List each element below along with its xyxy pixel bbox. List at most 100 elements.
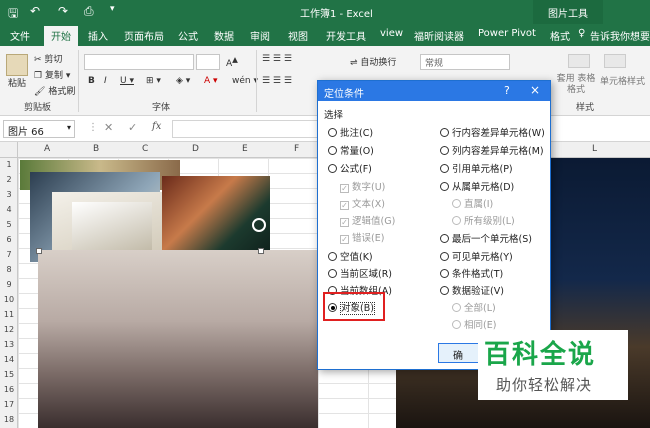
radio-precedents[interactable]: 引用单元格(P) [440,161,513,175]
row-header[interactable]: 15 [0,370,18,379]
font-grow-icon[interactable]: A▲ [226,55,238,69]
cell-styles-icon[interactable] [604,54,626,68]
checkbox-numbers[interactable]: ✓ 数字(U) [340,179,385,193]
formula-input[interactable] [172,120,320,138]
radio-formulas[interactable]: 公式(F) [328,161,372,175]
paste-icon[interactable] [6,54,28,76]
radio-row-differences[interactable]: 行内容差异单元格(W) [440,125,545,139]
row-header[interactable]: 7 [0,250,18,259]
undo-icon[interactable]: ↶ [30,4,40,18]
row-header[interactable]: 4 [0,205,18,214]
tab-home[interactable]: 开始 [44,26,78,46]
row-header[interactable]: 16 [0,385,18,394]
radio-all-levels[interactable]: 所有级别(L) [452,213,515,227]
radio-direct-only[interactable]: 直属(I) [452,196,493,210]
radio-objects[interactable]: 对象(B) [328,300,375,315]
tab-file[interactable]: 文件 [10,27,30,46]
cell-styles-button[interactable]: 单元格样式 [600,74,645,87]
selected-photo-mall[interactable] [38,250,318,428]
tab-format[interactable]: 格式 [550,27,570,46]
radio-visible-cells[interactable]: 可见单元格(Y) [440,249,513,263]
column-header[interactable]: C [142,144,148,154]
tab-review[interactable]: 审阅 [250,27,270,46]
chevron-down-icon[interactable]: ▾ [67,123,71,132]
select-all-corner[interactable] [0,142,18,158]
redo-icon[interactable]: ↷ [58,4,68,18]
copy-button[interactable]: ❐ 复制 ▾ [34,68,70,81]
checkbox-text[interactable]: ✓ 文本(X) [340,196,385,210]
row-header[interactable]: 1 [0,160,18,169]
tab-data[interactable]: 数据 [214,27,234,46]
radio-conditional-formats[interactable]: 条件格式(T) [440,266,503,280]
tab-insert[interactable]: 插入 [88,27,108,46]
border-icon[interactable]: ⊞ ▾ [146,76,161,86]
row-header[interactable]: 9 [0,280,18,289]
column-header[interactable]: A [44,144,50,154]
help-button[interactable]: ? [504,84,510,97]
underline-button[interactable]: U ▾ [120,76,134,86]
column-header[interactable]: D [192,144,199,154]
align-top-icon[interactable]: ☰ ☰ ☰ [262,54,292,64]
tab-formulas[interactable]: 公式 [178,27,198,46]
radio-comments[interactable]: 批注(C) [328,125,373,139]
align-left-icon[interactable]: ☰ ☰ ☰ [262,76,292,86]
radio-all[interactable]: 全部(L) [452,300,496,314]
tab-developer[interactable]: 开发工具 [326,27,366,46]
name-box[interactable]: 图片 66 ▾ [3,120,75,138]
radio-same[interactable]: 相同(E) [452,317,496,331]
cut-button[interactable]: ✂ 剪切 [34,52,62,65]
save-icon[interactable]: 🖫 [8,4,18,25]
tab-view-en[interactable]: view [380,27,403,46]
font-color-icon[interactable]: A ▾ [204,76,218,86]
radio-current-region[interactable]: 当前区域(R) [328,266,392,280]
radio-last-cell[interactable]: 最后一个单元格(S) [440,231,532,245]
radio-constants[interactable]: 常量(O) [328,143,374,157]
tab-power-pivot[interactable]: Power Pivot [478,27,536,46]
table-format-button[interactable]: 套用 表格格式 [556,74,596,96]
row-header[interactable]: 2 [0,175,18,184]
format-painter-button[interactable]: 🖌 格式刷 [34,84,75,97]
tab-page-layout[interactable]: 页面布局 [124,27,164,46]
resize-handle[interactable] [36,248,42,254]
column-header[interactable]: F [294,144,299,154]
checkbox-logicals[interactable]: ✓ 逻辑值(G) [340,213,395,227]
radio-dependents[interactable]: 从属单元格(D) [440,179,514,193]
row-header[interactable]: 17 [0,400,18,409]
italic-button[interactable]: I [104,76,107,86]
row-header[interactable]: 6 [0,235,18,244]
radio-blanks[interactable]: 空值(K) [328,249,373,263]
close-icon[interactable]: × [530,83,540,97]
function-icon[interactable]: fx [152,121,161,132]
row-header[interactable]: 13 [0,340,18,349]
tab-foxit-reader[interactable]: 福昕阅读器 [414,27,464,46]
tab-view[interactable]: 视图 [288,27,308,46]
phonetic-icon[interactable]: wén ▾ [232,76,258,86]
wrap-text-button[interactable]: ⇌ 自动换行 [350,55,396,68]
radio-column-differences[interactable]: 列内容差异单元格(M) [440,143,544,157]
checkbox-errors[interactable]: ✓ 错误(E) [340,230,384,244]
table-format-icon[interactable] [568,54,590,68]
bold-button[interactable]: B [88,76,95,86]
number-format-dropdown[interactable]: 常规 [420,54,510,70]
paste-button[interactable]: 粘贴 [8,76,26,89]
row-header[interactable]: 5 [0,220,18,229]
column-header[interactable]: E [242,144,248,154]
rotate-handle-icon[interactable] [252,218,266,232]
enter-icon[interactable]: ✓ [128,121,137,134]
customize-toolbar-icon[interactable]: ▾ [110,4,115,14]
row-header[interactable]: 18 [0,415,18,424]
photo-portrait[interactable] [162,176,270,256]
font-size-dropdown[interactable] [196,54,220,70]
resize-handle[interactable] [258,248,264,254]
print-preview-icon[interactable]: ⎙ [84,4,94,19]
font-name-dropdown[interactable] [84,54,194,70]
row-header[interactable]: 14 [0,355,18,364]
cancel-icon[interactable]: ✕ [104,121,113,134]
row-header[interactable]: 8 [0,265,18,274]
row-header[interactable]: 12 [0,325,18,334]
tell-me-box[interactable]: 告诉我你想要 [590,27,650,46]
row-header[interactable]: 3 [0,190,18,199]
column-header[interactable]: L [592,144,597,154]
row-header[interactable]: 11 [0,310,18,319]
row-header[interactable]: 10 [0,295,18,304]
